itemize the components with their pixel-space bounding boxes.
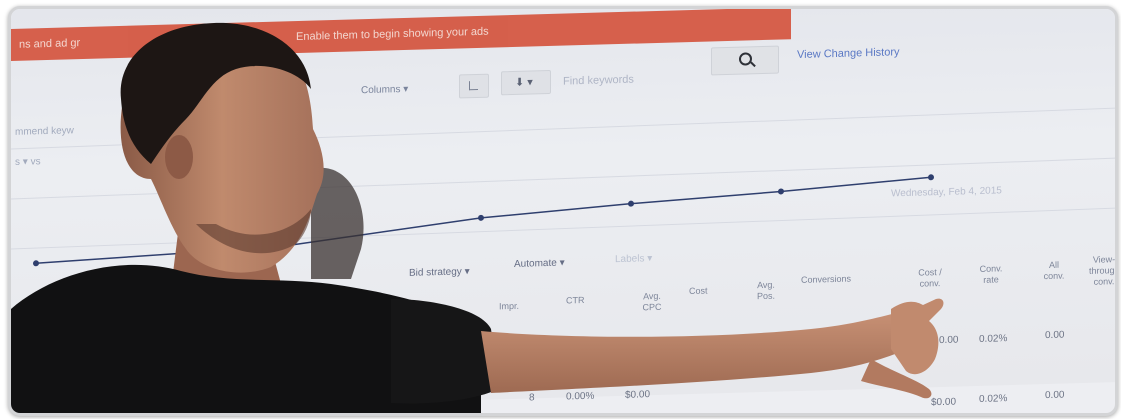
presenter <box>11 22 944 413</box>
ear <box>165 135 193 179</box>
arm <box>481 309 923 393</box>
hand <box>891 298 944 375</box>
photo-frame: ns and ad gr Enable them to begin showin… <box>8 6 1118 416</box>
sleeve <box>391 299 499 404</box>
